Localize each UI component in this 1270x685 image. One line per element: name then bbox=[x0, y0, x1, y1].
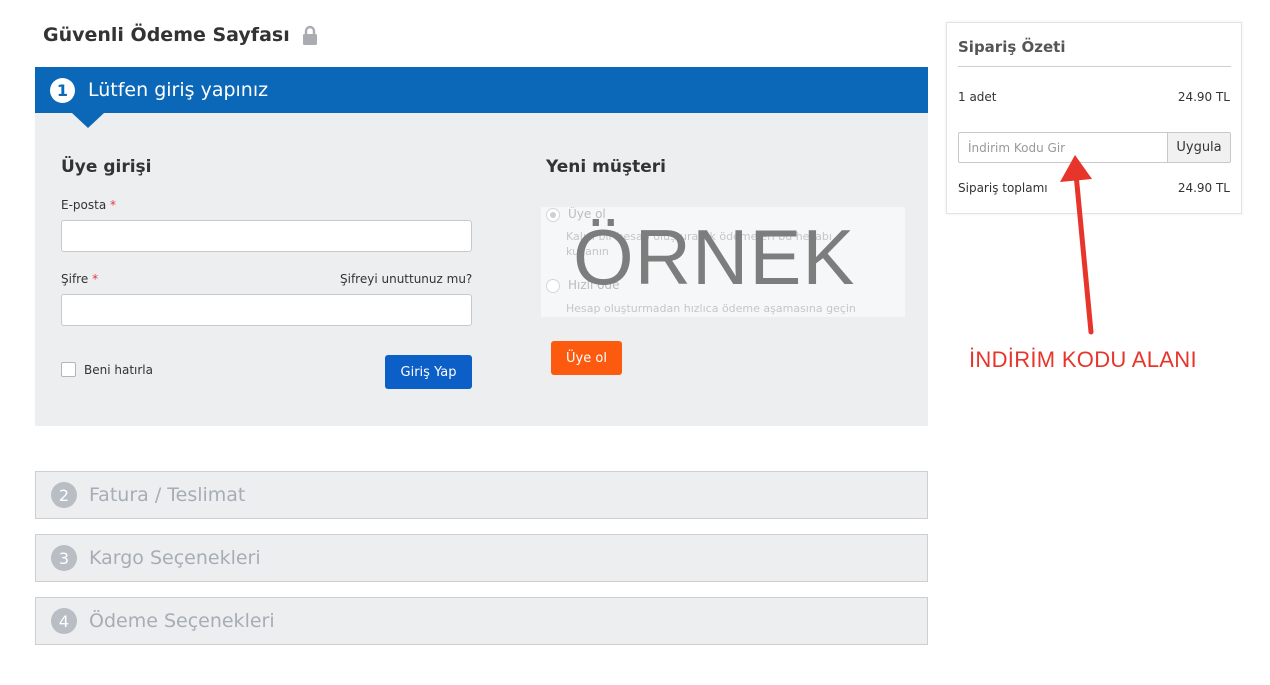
step-number-badge: 1 bbox=[50, 77, 75, 103]
register-option-radio[interactable] bbox=[546, 208, 560, 222]
new-customer-options: Üye ol Kalıcı bir hesap oluşturarak ödem… bbox=[541, 207, 905, 317]
email-field[interactable] bbox=[61, 220, 472, 252]
required-mark: * bbox=[92, 272, 99, 286]
guest-option-radio[interactable] bbox=[546, 279, 560, 293]
step-number-badge: 2 bbox=[51, 482, 77, 508]
checkout-page: Güvenli Ödeme Sayfası 1 Lütfen giriş yap… bbox=[0, 0, 1270, 685]
password-label: Şifre * bbox=[61, 272, 98, 286]
step-login-title: Lütfen giriş yapınız bbox=[88, 79, 269, 101]
step-number-badge: 3 bbox=[51, 545, 77, 571]
email-label: E-posta * bbox=[61, 198, 116, 212]
register-button[interactable]: Üye ol bbox=[551, 341, 622, 375]
guest-option-desc: Hesap oluşturmadan hızlıca ödeme aşaması… bbox=[566, 302, 856, 315]
step-cargo-options[interactable]: 3 Kargo Seçenekleri bbox=[35, 534, 928, 582]
email-label-text: E-posta bbox=[61, 198, 107, 212]
step-title: Kargo Seçenekleri bbox=[89, 547, 261, 569]
divider bbox=[958, 66, 1231, 67]
password-field[interactable] bbox=[61, 294, 472, 326]
remember-me-checkbox[interactable] bbox=[61, 362, 76, 377]
item-price: 24.90 TL bbox=[1177, 90, 1230, 104]
step-title: Ödeme Seçenekleri bbox=[89, 610, 275, 632]
radio-dot bbox=[550, 212, 556, 218]
page-title: Güvenli Ödeme Sayfası bbox=[43, 24, 318, 46]
step-login-header[interactable]: 1 Lütfen giriş yapınız bbox=[35, 67, 928, 128]
page-title-text: Güvenli Ödeme Sayfası bbox=[43, 24, 290, 46]
member-login-title: Üye girişi bbox=[61, 157, 152, 177]
step-payment-options[interactable]: 4 Ödeme Seçenekleri bbox=[35, 597, 928, 645]
annotation-label: İNDİRİM KODU ALANI bbox=[969, 347, 1197, 372]
order-summary-title: Sipariş Özeti bbox=[958, 38, 1066, 56]
item-quantity: 1 adet bbox=[958, 90, 997, 104]
forgot-password-link[interactable]: Şifreyi unuttunuz mu? bbox=[340, 272, 472, 286]
login-button[interactable]: Giriş Yap bbox=[385, 355, 472, 389]
order-total-value: 24.90 TL bbox=[1177, 181, 1230, 195]
step-title: Fatura / Teslimat bbox=[89, 484, 246, 506]
sample-watermark: ÖRNEK bbox=[573, 213, 856, 301]
step-login-panel: 1 Lütfen giriş yapınız Üye girişi E-post… bbox=[35, 67, 928, 426]
password-label-text: Şifre bbox=[61, 272, 89, 286]
required-mark: * bbox=[110, 198, 117, 212]
remember-me-label[interactable]: Beni hatırla bbox=[84, 363, 153, 377]
lock-icon bbox=[302, 25, 318, 45]
apply-discount-button[interactable]: Uygula bbox=[1167, 132, 1231, 163]
annotation-arrow-icon bbox=[1060, 155, 1094, 335]
order-total-label: Sipariş toplamı bbox=[958, 181, 1048, 195]
step-number-badge: 4 bbox=[51, 608, 77, 634]
new-customer-title: Yeni müşteri bbox=[546, 157, 666, 177]
step-billing-shipping[interactable]: 2 Fatura / Teslimat bbox=[35, 471, 928, 519]
